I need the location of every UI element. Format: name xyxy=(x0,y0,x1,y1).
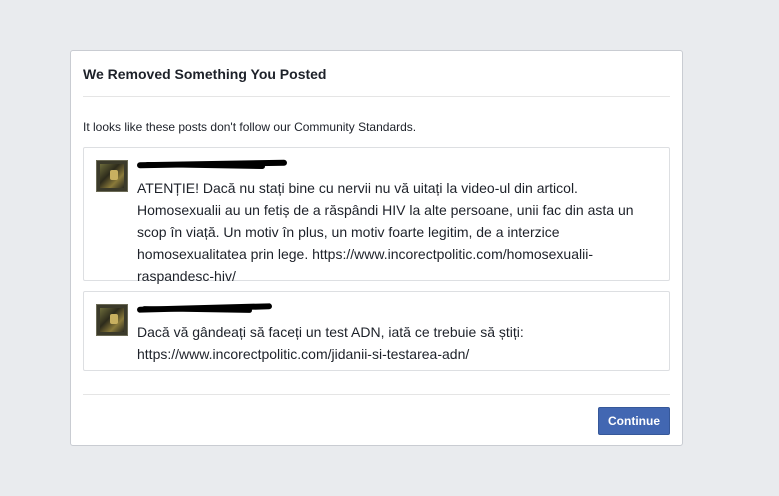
removed-post-dialog: We Removed Something You Posted It looks… xyxy=(70,50,683,446)
profile-thumbnail-icon xyxy=(96,160,128,192)
footer-divider xyxy=(83,394,670,395)
post-text: Dacă vă gândeați să faceți un test ADN, … xyxy=(137,324,524,362)
removed-post-card: Dacă vă gândeați să faceți un test ADN, … xyxy=(83,291,670,371)
redacted-author-name xyxy=(136,303,273,313)
post-text: ATENȚIE! Dacă nu stați bine cu nervii nu… xyxy=(137,180,634,284)
removed-post-card: ATENȚIE! Dacă nu stați bine cu nervii nu… xyxy=(83,147,670,284)
dialog-title: We Removed Something You Posted xyxy=(83,66,327,82)
profile-thumbnail-icon xyxy=(96,304,128,336)
dialog-intro-text: It looks like these posts don't follow o… xyxy=(83,120,417,134)
redacted-author-name xyxy=(136,159,288,170)
continue-button[interactable]: Continue xyxy=(598,407,670,435)
dialog-header: We Removed Something You Posted xyxy=(83,51,670,97)
